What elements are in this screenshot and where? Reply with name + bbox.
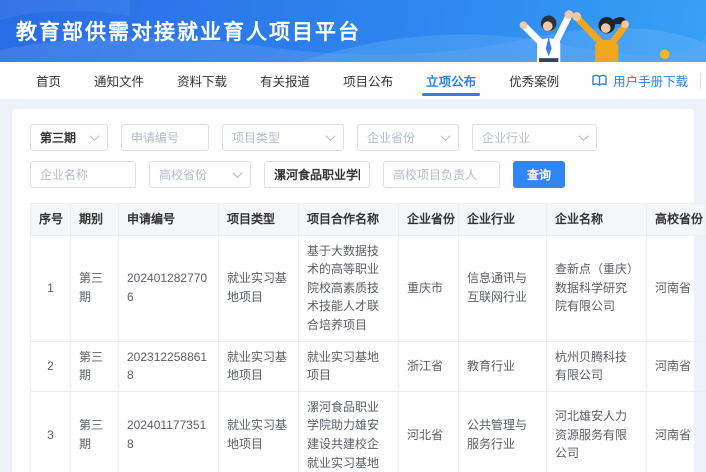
col-company-industry: 企业行业: [459, 204, 547, 236]
col-seq: 序号: [31, 204, 71, 236]
filter-bar: 第三期 项目类型 企业省份 企业行业 高校省份 查询: [30, 124, 676, 188]
col-project-type: 项目类型: [219, 204, 299, 236]
cell-company-province: 浙江省: [399, 341, 459, 391]
cell-application-no: 2023122588618: [119, 341, 219, 391]
cell-school-province: 河南省: [647, 391, 705, 472]
app-header: 教育部供需对接就业育人项目平台: [0, 0, 706, 62]
col-period: 期别: [71, 204, 119, 236]
cell-application-no: 2024012827706: [119, 235, 219, 341]
application-no-input[interactable]: [121, 124, 209, 151]
company-name-input[interactable]: [30, 161, 136, 188]
table-row: 1 第三期 2024012827706 就业实习基地项目 基于大数据技术的高等职…: [31, 235, 706, 341]
table-header: 序号 期别 申请编号 项目类型 项目合作名称 企业省份 企业行业 企业名称 高校…: [31, 204, 706, 236]
content-card: 第三期 项目类型 企业省份 企业行业 高校省份 查询: [12, 109, 694, 472]
cell-project-name: 就业实习基地项目: [299, 341, 399, 391]
nav-right-actions: 用户手册下载 登录: [592, 57, 706, 105]
manual-download-label: 用户手册下载: [613, 71, 688, 90]
nav-item-notices[interactable]: 通知文件: [94, 62, 144, 99]
cell-company-industry: 公共管理与服务行业: [459, 391, 547, 472]
cell-project-type: 就业实习基地项目: [219, 391, 299, 472]
main-content: 第三期 项目类型 企业省份 企业行业 高校省份 查询: [0, 99, 706, 472]
cell-company-name: 查新点（重庆）数据科学研究院有限公司: [547, 235, 647, 341]
cell-seq: 3: [31, 391, 71, 472]
cell-company-name: 河北雄安人力资源服务有限公司: [547, 391, 647, 472]
col-application-no: 申请编号: [119, 204, 219, 236]
table-row: 3 第三期 2024011773518 就业实习基地项目 漯河食品职业学院助力雄…: [31, 391, 706, 472]
col-company-name: 企业名称: [547, 204, 647, 236]
chevron-down-icon: [90, 131, 100, 141]
table-row: 2 第三期 2023122588618 就业实习基地项目 就业实习基地项目 浙江…: [31, 341, 706, 391]
school-leader-input[interactable]: [383, 161, 500, 188]
cell-application-no: 2024011773518: [119, 391, 219, 472]
chevron-down-icon: [441, 131, 451, 141]
cell-project-name: 漯河食品职业学院助力雄安建设共建校企就业实习基地: [299, 391, 399, 472]
company-industry-select[interactable]: 企业行业: [472, 124, 597, 151]
cell-company-province: 河北省: [399, 391, 459, 472]
cell-project-type: 就业实习基地项目: [219, 235, 299, 341]
company-province-placeholder: 企业省份: [367, 129, 415, 146]
nav-item-reports[interactable]: 有关报道: [260, 62, 310, 99]
nav-divider: [700, 73, 701, 89]
cell-company-name: 杭州贝腾科技有限公司: [547, 341, 647, 391]
chevron-down-icon: [233, 168, 243, 178]
cell-school-province: 河南省: [647, 341, 705, 391]
cell-period: 第三期: [71, 391, 119, 472]
school-province-placeholder: 高校省份: [159, 166, 207, 183]
nav-item-excellent-cases[interactable]: 优秀案例: [509, 62, 559, 99]
project-type-select[interactable]: 项目类型: [222, 124, 344, 151]
page-title: 教育部供需对接就业育人项目平台: [16, 16, 361, 46]
project-type-placeholder: 项目类型: [232, 129, 280, 146]
col-company-province: 企业省份: [399, 204, 459, 236]
book-icon: [592, 74, 607, 87]
projects-table: 序号 期别 申请编号 项目类型 项目合作名称 企业省份 企业行业 企业名称 高校…: [30, 203, 706, 472]
chevron-down-icon: [326, 131, 336, 141]
cell-school-province: 河南省: [647, 235, 705, 341]
period-select[interactable]: 第三期: [30, 124, 108, 151]
chevron-down-icon: [579, 131, 589, 141]
cell-project-name: 基于大数据技术的高等职业院校高素质技术技能人才联合培养项目: [299, 235, 399, 341]
nav-item-downloads[interactable]: 资料下载: [177, 62, 227, 99]
manual-download-button[interactable]: 用户手册下载: [592, 71, 688, 90]
search-button[interactable]: 查询: [513, 161, 565, 188]
cell-seq: 1: [31, 235, 71, 341]
cell-company-industry: 教育行业: [459, 341, 547, 391]
school-name-input[interactable]: [264, 161, 370, 188]
cell-period: 第三期: [71, 235, 119, 341]
cell-company-province: 重庆市: [399, 235, 459, 341]
cell-project-type: 就业实习基地项目: [219, 341, 299, 391]
cell-company-industry: 信息通讯与互联网行业: [459, 235, 547, 341]
company-province-select[interactable]: 企业省份: [357, 124, 459, 151]
cell-period: 第三期: [71, 341, 119, 391]
period-select-value: 第三期: [40, 129, 76, 146]
header-illustration: [458, 2, 678, 62]
cell-seq: 2: [31, 341, 71, 391]
nav-item-approval-publish[interactable]: 立项公布: [426, 62, 476, 99]
company-industry-placeholder: 企业行业: [482, 129, 530, 146]
nav-item-project-publish[interactable]: 项目公布: [343, 62, 393, 99]
main-nav: 首页 通知文件 资料下载 有关报道 项目公布 立项公布 优秀案例 用户手册下载 …: [0, 62, 706, 99]
school-province-select[interactable]: 高校省份: [149, 161, 251, 188]
col-school-province: 高校省份: [647, 204, 705, 236]
col-project-name: 项目合作名称: [299, 204, 399, 236]
nav-item-home[interactable]: 首页: [36, 62, 61, 99]
